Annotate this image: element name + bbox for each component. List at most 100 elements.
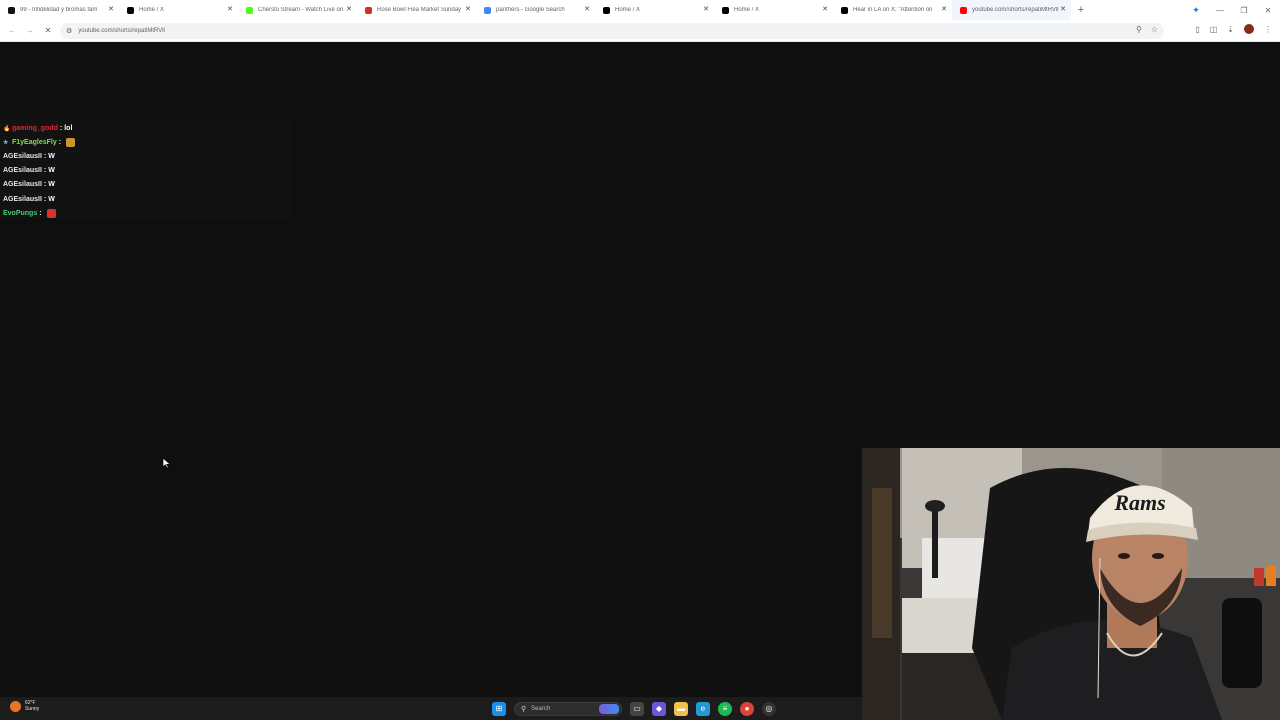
chrome-icon[interactable]: ●	[740, 701, 754, 716]
gemini-icon[interactable]: ✦	[1184, 5, 1208, 16]
tab-2[interactable]: Chersto Stream - Watch Live on ✕	[238, 0, 357, 20]
chat-message: AGEsilausII: W	[0, 164, 291, 178]
tab-3[interactable]: Rose Bowl Flea Market Sunday ✕	[357, 0, 476, 20]
chat-separator: :	[43, 195, 47, 203]
chat-username[interactable]: AGEsilausII	[3, 153, 42, 160]
chat-separator: :	[58, 138, 62, 146]
chat-message: 🔥 gaming_godd: lol	[0, 121, 291, 135]
obs-icon[interactable]: ◎	[762, 701, 776, 716]
chat-separator: :	[43, 167, 47, 175]
x-icon	[127, 6, 134, 14]
edge-icon[interactable]: e	[696, 701, 710, 716]
x-icon	[841, 6, 848, 14]
tab-title: youtube.com/shorts/repatiMtRVll	[972, 7, 1059, 13]
tab-close-icon[interactable]: ✕	[465, 6, 471, 13]
profile-avatar[interactable]	[1244, 24, 1254, 34]
chat-username[interactable]: AGEsilausII	[3, 196, 42, 203]
task-view-icon[interactable]: ▭	[630, 701, 644, 716]
flame-badge-icon: 🔥	[3, 125, 11, 132]
bookmark-star-icon[interactable]: ☆	[1151, 25, 1158, 34]
tab-title: Chersto Stream - Watch Live on	[258, 7, 344, 13]
chat-message: ★ F1yEaglesFly:	[0, 135, 291, 149]
chat-separator: :	[39, 209, 42, 217]
tab-8[interactable]: youtube.com/shorts/repatiMtRVll ✕	[952, 0, 1071, 20]
chat-username[interactable]: EvoPungs	[3, 210, 37, 217]
back-icon[interactable]: ←	[6, 25, 18, 37]
chat-overlay: 🔥 gaming_godd: lol ★ F1yEaglesFly: AGEsilausI…	[0, 119, 291, 218]
tab-5[interactable]: Home / X ✕	[595, 0, 714, 20]
chat-text: W	[48, 195, 55, 203]
taskbar-search[interactable]: ⚲ Search	[514, 701, 622, 716]
spotify-icon[interactable]: ≡	[718, 701, 732, 716]
chat-message: EvoPungs:	[0, 206, 291, 220]
x-icon	[603, 6, 610, 14]
close-window-button[interactable]: ✕	[1256, 6, 1280, 15]
chat-username[interactable]: AGEsilausII	[3, 181, 42, 188]
sun-icon	[10, 700, 21, 712]
chat-text: W	[48, 167, 55, 175]
chat-username[interactable]: F1yEaglesFly	[12, 139, 57, 146]
webcam-overlay: Rams	[862, 448, 1280, 720]
chat-separator: :	[59, 124, 63, 132]
tab-7[interactable]: Hear in LA on X: "Attention on ✕	[833, 0, 952, 20]
stop-loading-icon[interactable]: ✕	[42, 25, 54, 37]
chat-text: lol	[64, 124, 73, 132]
red-emote	[46, 208, 56, 218]
tab-close-icon[interactable]: ✕	[1060, 6, 1066, 13]
chat-username[interactable]: gaming_godd	[12, 125, 58, 132]
site-info-icon[interactable]: ⚙	[66, 27, 72, 35]
tab-close-icon[interactable]: ✕	[822, 6, 828, 13]
tab-0[interactable]: 99 - Infidelidad y bromas fam ✕	[0, 0, 119, 20]
tab-close-icon[interactable]: ✕	[941, 6, 947, 13]
chat-username[interactable]: AGEsilausII	[3, 167, 42, 174]
chat-separator: :	[43, 181, 47, 189]
bing-icon	[599, 703, 619, 714]
youtube-icon	[960, 6, 967, 14]
tab-6[interactable]: Home / X ✕	[714, 0, 833, 20]
zoom-icon[interactable]: ⚲	[1136, 25, 1142, 34]
google-icon	[484, 6, 491, 14]
tab-title: Hear in LA on X: "Attention on	[853, 7, 933, 13]
toolbar-right: ▯ ◫ ⇣ ⋮	[1185, 24, 1272, 34]
chat-text: W	[48, 152, 55, 160]
menu-kebab-icon[interactable]: ⋮	[1264, 25, 1272, 34]
restore-button[interactable]: ❐	[1232, 6, 1256, 15]
tab-title: panthers - Google Search	[496, 7, 565, 13]
weather-widget[interactable]: 62°F Sunny	[10, 700, 39, 712]
tab-title: 99 - Infidelidad y bromas fam	[20, 7, 98, 13]
x-icon	[722, 6, 729, 14]
chat-text: W	[48, 181, 55, 189]
trophy-emote	[66, 137, 76, 147]
taskbar-apps: ⊞ ⚲ Search ▭ ◆ ▬ e ≡ ● ◎	[488, 700, 780, 717]
tab-close-icon[interactable]: ✕	[584, 6, 590, 13]
tab-strip: 99 - Infidelidad y bromas fam ✕ Home / X ✕ C…	[0, 0, 1280, 20]
browser-toolbar: ← → ✕ ⚙ youtube.com/shorts/repatiMtRVll …	[0, 20, 1280, 42]
address-bar[interactable]: ⚙ youtube.com/shorts/repatiMtRVll ⚲ ☆	[60, 23, 1164, 39]
tab-close-icon[interactable]: ✕	[227, 6, 233, 13]
tiktok-icon	[8, 6, 15, 14]
downloads-icon[interactable]: ⇣	[1227, 25, 1234, 34]
tab-close-icon[interactable]: ✕	[346, 6, 352, 13]
file-explorer-icon[interactable]: ▬	[674, 701, 688, 716]
cap-text: Rams	[1113, 490, 1165, 515]
minimize-button[interactable]: —	[1208, 6, 1232, 15]
chat-message: AGEsilausII: W	[0, 178, 291, 192]
tab-4[interactable]: panthers - Google Search ✕	[476, 0, 595, 20]
extensions-icon[interactable]: ▯	[1195, 25, 1199, 34]
weather-desc: Sunny	[25, 706, 40, 712]
side-panel-icon[interactable]: ◫	[1210, 25, 1218, 34]
chat-message: AGEsilausII: W	[0, 149, 291, 163]
new-tab-button[interactable]: +	[1071, 0, 1091, 20]
windows-start-icon[interactable]: ⊞	[492, 701, 506, 716]
tab-1[interactable]: Home / X ✕	[119, 0, 238, 20]
pin-icon	[365, 6, 372, 14]
copilot-icon[interactable]: ◆	[652, 701, 666, 716]
tab-close-icon[interactable]: ✕	[108, 6, 114, 13]
forward-icon[interactable]: →	[24, 25, 36, 37]
tab-close-icon[interactable]: ✕	[703, 6, 709, 13]
url-text[interactable]: youtube.com/shorts/repatiMtRVll	[78, 28, 165, 34]
chat-message: AGEsilausII: W	[0, 192, 291, 206]
window-controls: ✦ — ❐ ✕	[1184, 0, 1280, 20]
chat-separator: :	[43, 152, 47, 160]
tab-title: Rose Bowl Flea Market Sunday	[377, 7, 462, 13]
